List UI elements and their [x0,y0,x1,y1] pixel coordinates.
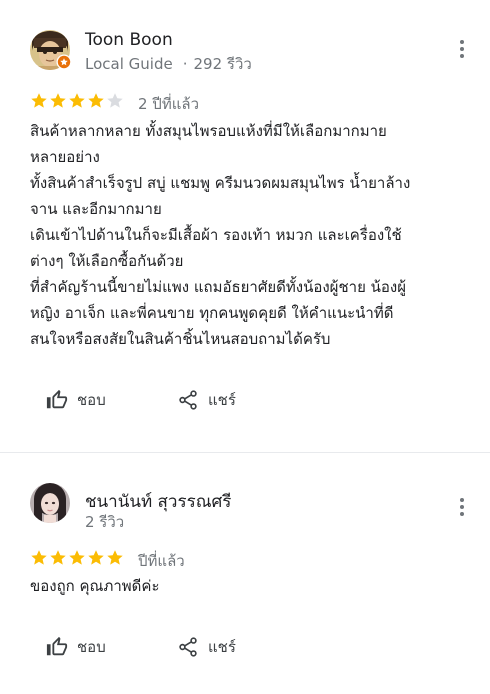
star-filled-icon [31,550,47,565]
more-vert-icon [454,498,470,516]
review-text-line: ต่างๆ ให้เลือกซื้อกันด้วย [30,252,184,270]
thumb-up-icon [46,389,68,409]
star-filled-icon [88,93,104,108]
review-text-line: สนใจหรือสงสัยในสินค้าชิ้นไหนสอบถามได้ครั… [30,330,331,348]
share-icon [179,390,197,410]
review-time: ปีที่แล้ว [138,552,185,570]
thumb-up-icon [46,636,68,656]
author-meta: 2 รีวิว [85,510,124,534]
review-text-line: หลายอย่าง [30,148,100,166]
like-label: ชอบ [77,638,106,656]
share-button[interactable]: แชร์ [177,386,236,414]
more-vert-icon [454,40,470,58]
star-filled-icon [50,550,66,565]
like-button[interactable]: ชอบ [46,386,106,414]
share-label: แชร์ [208,638,236,656]
star-empty-icon [107,93,123,108]
star-filled-icon [88,550,104,565]
star-rating [30,92,125,110]
review-count: 2 รีวิว [85,513,125,531]
star-rating [30,549,125,567]
review-text-line: ทั้งสินค้าสำเร็จรูป สบู่ แชมพู ครีมนวดผม… [30,174,411,192]
star-filled-icon [69,93,85,108]
avatar[interactable] [30,30,72,70]
review-card: ชนานันท์ สุวรรณศรี 2 รีวิว ปีที่แล้ว ของ… [0,453,490,694]
local-guide-label: Local Guide [85,55,173,73]
star-filled-icon [69,550,85,565]
review-text-line: ของถูก คุณภาพดีค่ะ [30,577,160,595]
meta-separator: · [182,55,188,73]
more-options-button[interactable] [454,38,470,62]
share-icon [179,637,197,657]
star-filled-icon [31,93,47,108]
share-label: แชร์ [208,391,236,409]
local-guide-badge-icon [56,54,72,70]
avatar-image [30,483,70,523]
review-text-line: สินค้าหลากหลาย ทั้งสมุนไพรอบแห้งที่มีให้… [30,122,387,140]
review-text: ของถูก คุณภาพดีค่ะ [30,573,462,599]
like-label: ชอบ [77,391,106,409]
review-text-line: หญิง อาเจ็ก และพี่คนขาย ทุกคนพูดคุยดี ให… [30,304,394,322]
author-meta: Local Guide · 292 รีวิว [85,52,252,76]
review-text-line: เดินเข้าไปด้านในก็จะมีเสื้อผ้า รองเท้า ห… [30,226,402,244]
like-button[interactable]: ชอบ [46,633,106,661]
more-options-button[interactable] [454,496,470,520]
review-card: Toon Boon Local Guide · 292 รีวิว 2 ปีที่แ… [0,0,490,452]
review-text-line: ที่สำคัญร้านนี้ขายไม่แพง แถมอัธยาศัยดีทั… [30,278,407,296]
review-text: สินค้าหลากหลาย ทั้งสมุนไพรอบแห้งที่มีให้… [30,118,462,352]
review-text-line: จาน และอีกมากมาย [30,200,162,218]
avatar[interactable] [30,483,70,523]
share-button[interactable]: แชร์ [177,633,236,661]
star-filled-icon [50,93,66,108]
review-time: 2 ปีที่แล้ว [138,95,200,113]
author-name[interactable]: Toon Boon [85,30,173,50]
star-filled-icon [107,550,123,565]
review-count: 292 รีวิว [193,55,252,73]
